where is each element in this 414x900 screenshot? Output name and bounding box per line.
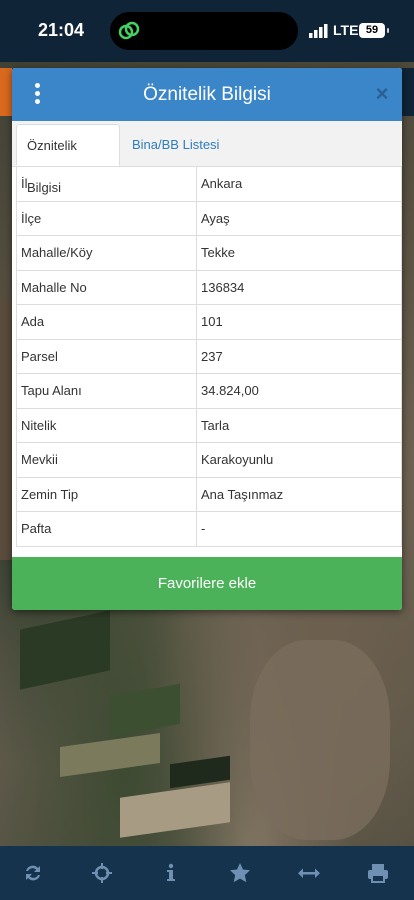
attribute-value: Karakoyunlu xyxy=(196,442,402,478)
attribute-value: 101 xyxy=(196,304,402,340)
star-icon[interactable] xyxy=(228,861,252,885)
table-row: Mahalle No 136834 xyxy=(16,269,402,305)
attribute-value: 34.824,00 xyxy=(196,373,402,409)
attribute-key: Ada xyxy=(16,304,197,340)
attribute-key: Tapu Alanı xyxy=(16,373,197,409)
map-field xyxy=(60,732,160,778)
more-options-icon[interactable] xyxy=(30,83,44,107)
attribute-key: Mahalle/Köy xyxy=(16,235,197,271)
attribute-key: Zemin Tip xyxy=(16,476,197,512)
attribute-key: Nitelik xyxy=(16,407,197,443)
attribute-key: İlçe xyxy=(16,200,197,236)
map-side-panel xyxy=(402,68,414,116)
battery-icon: 59 xyxy=(359,23,385,38)
table-row: İl Ankara xyxy=(16,166,402,202)
attribute-key: Mevkii xyxy=(16,442,197,478)
signal-icon xyxy=(309,24,328,38)
dynamic-island xyxy=(110,12,298,50)
network-type: LTE xyxy=(333,22,359,38)
refresh-icon[interactable] xyxy=(21,861,45,885)
table-row: Pafta - xyxy=(16,511,402,547)
attribute-value: Tarla xyxy=(196,407,402,443)
table-row: Mahalle/Köy Tekke xyxy=(16,235,402,271)
tab-attribute-info[interactable]: Öznitelik Bilgisi xyxy=(16,124,120,195)
map-side-tab[interactable] xyxy=(0,68,12,116)
map-terrain xyxy=(0,300,12,560)
print-icon[interactable] xyxy=(366,861,390,885)
table-row: İlçe Ayaş xyxy=(16,200,402,236)
table-row: Mevkii Karakoyunlu xyxy=(16,442,402,478)
attribute-value: Ankara xyxy=(196,166,402,202)
attribute-key: Parsel xyxy=(16,338,197,374)
attribute-key: İl xyxy=(16,166,197,202)
measure-icon[interactable] xyxy=(297,861,321,885)
dialog-header: Öznitelik Bilgisi × xyxy=(12,68,402,121)
attribute-value: Ayaş xyxy=(196,200,402,236)
info-icon[interactable] xyxy=(159,861,183,885)
attribute-value: - xyxy=(196,511,402,547)
attribute-table: İl Ankara İlçe Ayaş Mahalle/Köy Tekke Mahalle … xyxy=(16,166,402,547)
table-row: Ada 101 xyxy=(16,304,402,340)
table-row: Tapu Alanı 34.824,00 xyxy=(16,373,402,409)
bottom-toolbar xyxy=(0,846,414,900)
tab-building-list[interactable]: Bina/BB Listesi xyxy=(122,124,229,166)
battery-cap xyxy=(387,28,389,33)
link-icon xyxy=(118,21,140,40)
attribute-key: Mahalle No xyxy=(16,269,197,305)
map-field xyxy=(20,610,110,690)
attribute-value: Ana Taşınmaz xyxy=(196,476,402,512)
attribute-info-dialog: Öznitelik Bilgisi × Öznitelik Bilgisi Bi… xyxy=(12,68,402,610)
map-field xyxy=(120,782,230,838)
map-terrain xyxy=(250,640,390,840)
attribute-value: 136834 xyxy=(196,269,402,305)
close-button[interactable]: × xyxy=(370,82,394,106)
status-bar: 21:04 LTE 59 xyxy=(0,0,414,62)
table-row: Nitelik Tarla xyxy=(16,407,402,443)
map-field xyxy=(110,683,180,737)
attribute-value: 237 xyxy=(196,338,402,374)
crosshair-icon[interactable] xyxy=(90,861,114,885)
attribute-key: Pafta xyxy=(16,511,197,547)
dialog-tabs: Öznitelik Bilgisi Bina/BB Listesi xyxy=(12,121,402,195)
table-row: Parsel 237 xyxy=(16,338,402,374)
table-row: Zemin Tip Ana Taşınmaz xyxy=(16,476,402,512)
add-to-favorites-button[interactable]: Favorilere ekle xyxy=(12,557,402,610)
attribute-value: Tekke xyxy=(196,235,402,271)
dialog-title: Öznitelik Bilgisi xyxy=(143,84,271,105)
status-time: 21:04 xyxy=(38,20,85,40)
